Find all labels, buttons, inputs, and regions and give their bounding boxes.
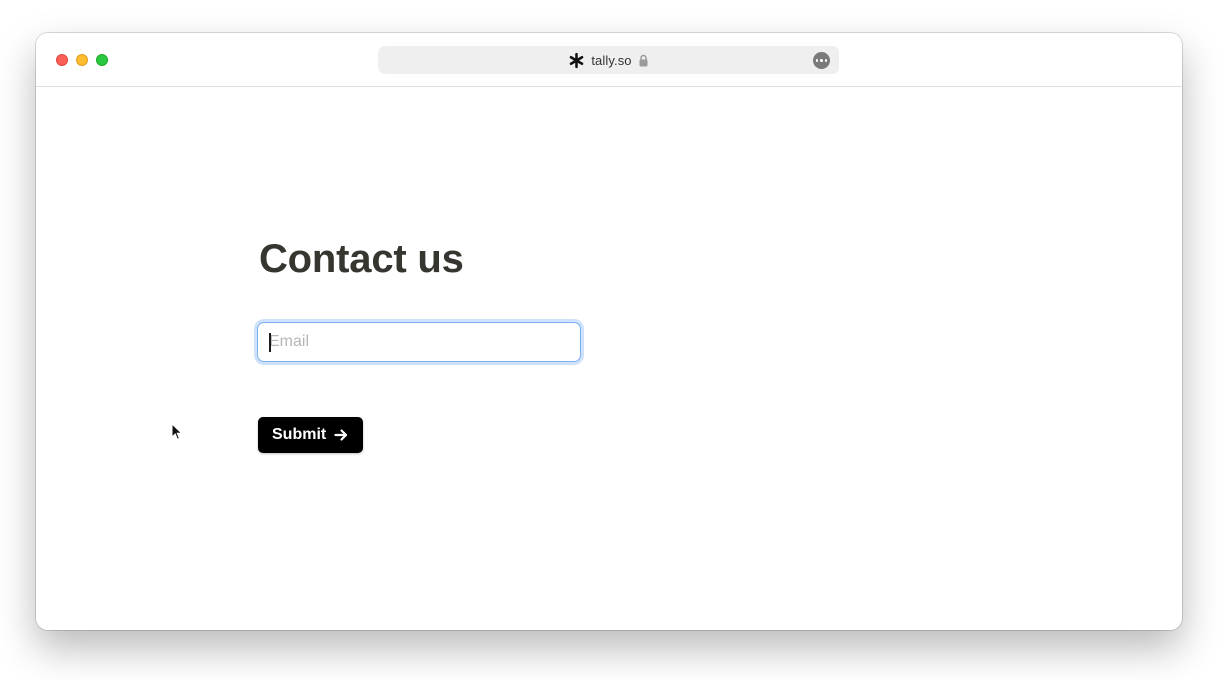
arrow-right-icon: [334, 429, 348, 441]
url-text: tally.so: [591, 52, 632, 68]
email-field[interactable]: [257, 322, 581, 362]
text-caret: [269, 333, 271, 352]
asterisk-logo-icon: [570, 52, 584, 68]
close-window-button[interactable]: [56, 54, 68, 66]
ellipsis-circle-icon[interactable]: [813, 52, 830, 69]
browser-window: tally.so Contact us Submit: [36, 33, 1182, 630]
browser-toolbar: tally.so: [36, 33, 1182, 87]
zoom-window-button[interactable]: [96, 54, 108, 66]
email-input[interactable]: [258, 323, 580, 361]
submit-button[interactable]: Submit: [258, 417, 364, 453]
address-bar[interactable]: tally.so: [378, 46, 839, 74]
minimize-window-button[interactable]: [76, 54, 88, 66]
lock-icon: [639, 54, 648, 66]
page-title: Contact us: [259, 237, 464, 281]
submit-label: Submit: [272, 426, 327, 443]
screen: tally.so Contact us Submit: [0, 0, 1224, 680]
mouse-pointer-icon: [171, 423, 183, 440]
address-content: tally.so: [378, 46, 839, 74]
page-content: Contact us Submit: [36, 87, 1182, 630]
